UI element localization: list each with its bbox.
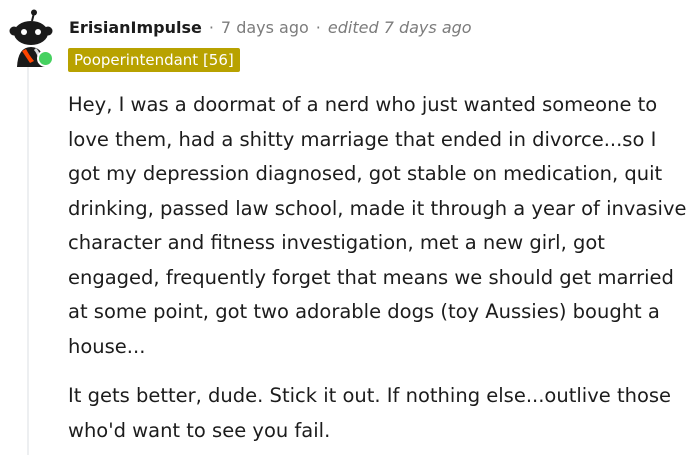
online-status-indicator — [37, 50, 54, 67]
comment-timestamp[interactable]: 7 days ago — [221, 18, 309, 37]
meta-separator-2: · — [315, 17, 321, 37]
comment: ErisianImpulse · 7 days ago · edited 7 d… — [0, 0, 700, 455]
comment-body: Hey, I was a doormat of a nerd who just … — [68, 88, 693, 448]
author-username[interactable]: ErisianImpulse — [69, 18, 202, 37]
comment-header: ErisianImpulse · 7 days ago · edited 7 d… — [69, 14, 472, 40]
thread-collapse-line[interactable] — [27, 66, 29, 455]
user-flair-badge: Pooperintendant [56] — [68, 48, 240, 72]
meta-separator: · — [208, 17, 214, 37]
comment-paragraph: Hey, I was a doormat of a nerd who just … — [68, 93, 687, 358]
comment-paragraph: It gets better, dude. Stick it out. If n… — [68, 384, 672, 442]
edited-timestamp: edited 7 days ago — [327, 17, 472, 37]
